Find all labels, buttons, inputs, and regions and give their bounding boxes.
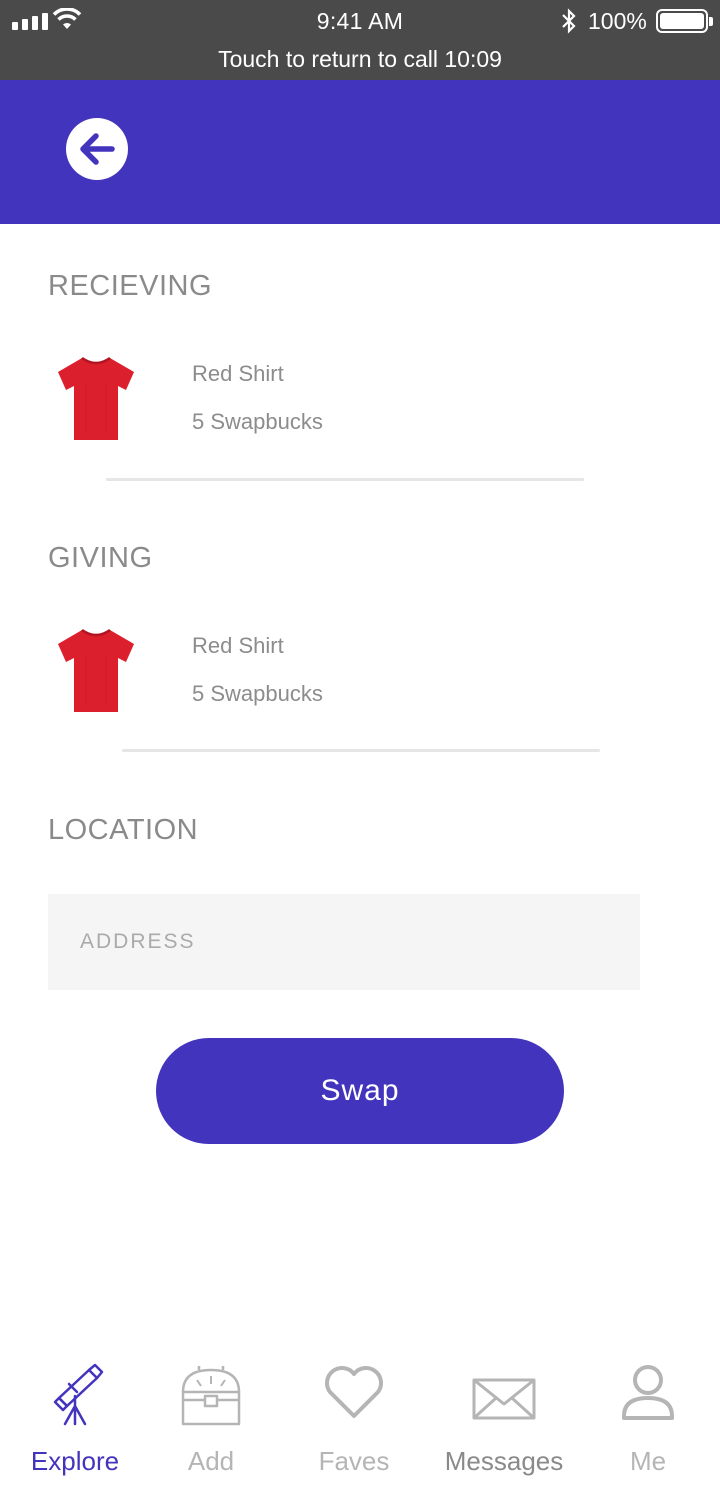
tab-messages-label: Messages [444,1446,564,1476]
treasure-chest-icon [181,1366,241,1426]
tab-add[interactable]: Add [139,1350,283,1496]
tab-faves[interactable]: Faves [282,1350,426,1496]
battery-percent: 100% [588,8,647,34]
giving-item-price: 5 Swapbucks [192,681,323,706]
back-button[interactable] [66,118,128,180]
battery-icon [656,9,713,33]
location-title: LOCATION [48,814,199,846]
heart-icon [325,1366,383,1418]
receiving-divider [106,478,584,481]
swap-button[interactable]: Swap [156,1038,564,1144]
tab-messages[interactable]: Messages [432,1350,576,1496]
tab-explore-label: Explore [30,1446,120,1476]
giving-item-name: Red Shirt [192,633,284,658]
receiving-item-price: 5 Swapbucks [192,409,323,434]
status-bar: 9:41 AM 100% Touch to return to call 10:… [0,0,720,80]
app-header [0,80,720,224]
person-icon [622,1365,674,1420]
tab-bar: Explore Add Faves Messages Me [0,1350,720,1496]
giving-divider [122,749,600,752]
tab-explore[interactable]: Explore [3,1350,147,1496]
tab-me-label: Me [629,1446,667,1476]
red-shirt-image [58,356,134,440]
arrow-left-icon [80,133,115,165]
envelope-icon [472,1378,536,1420]
telescope-icon [53,1363,104,1426]
tab-add-label: Add [187,1446,235,1476]
receiving-title: RECIEVING [48,270,213,302]
swap-screen: 9:41 AM 100% Touch to return to call 10:… [0,0,720,1496]
red-shirt-image [58,628,134,712]
address-input[interactable] [48,894,640,990]
return-to-call-banner[interactable]: Touch to return to call 10:09 [0,46,720,73]
receiving-item-name: Red Shirt [192,361,284,386]
bluetooth-icon [562,8,576,34]
tab-faves-label: Faves [318,1446,390,1476]
giving-title: GIVING [48,542,153,574]
tab-me[interactable]: Me [576,1350,720,1496]
